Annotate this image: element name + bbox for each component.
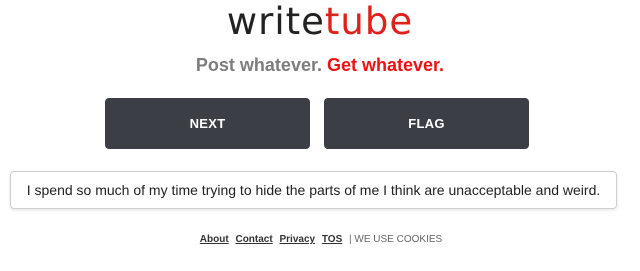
- next-button[interactable]: NEXT: [105, 98, 310, 149]
- message-text: I spend so much of my time trying to hid…: [26, 182, 601, 198]
- footer: About Contact Privacy TOS | WE USE COOKI…: [0, 233, 640, 247]
- flag-button[interactable]: FLAG: [324, 98, 529, 149]
- tagline-post: Post whatever.: [195, 55, 322, 75]
- cookies-notice: | WE USE COOKIES: [349, 234, 443, 245]
- footer-link-privacy[interactable]: Privacy: [279, 234, 315, 245]
- footer-link-tos[interactable]: TOS: [322, 234, 342, 245]
- footer-link-about[interactable]: About: [200, 234, 229, 245]
- page: writetube Post whatever. Get whatever. N…: [0, 0, 640, 271]
- footer-link-contact[interactable]: Contact: [235, 234, 272, 245]
- logo-part-write: write: [226, 0, 325, 43]
- message-card: I spend so much of my time trying to hid…: [10, 171, 617, 209]
- tagline-get: Get whatever.: [327, 55, 445, 75]
- logo-part-tube: tube: [324, 0, 414, 43]
- site-logo[interactable]: writetube: [0, 0, 640, 44]
- tagline: Post whatever. Get whatever.: [0, 54, 640, 76]
